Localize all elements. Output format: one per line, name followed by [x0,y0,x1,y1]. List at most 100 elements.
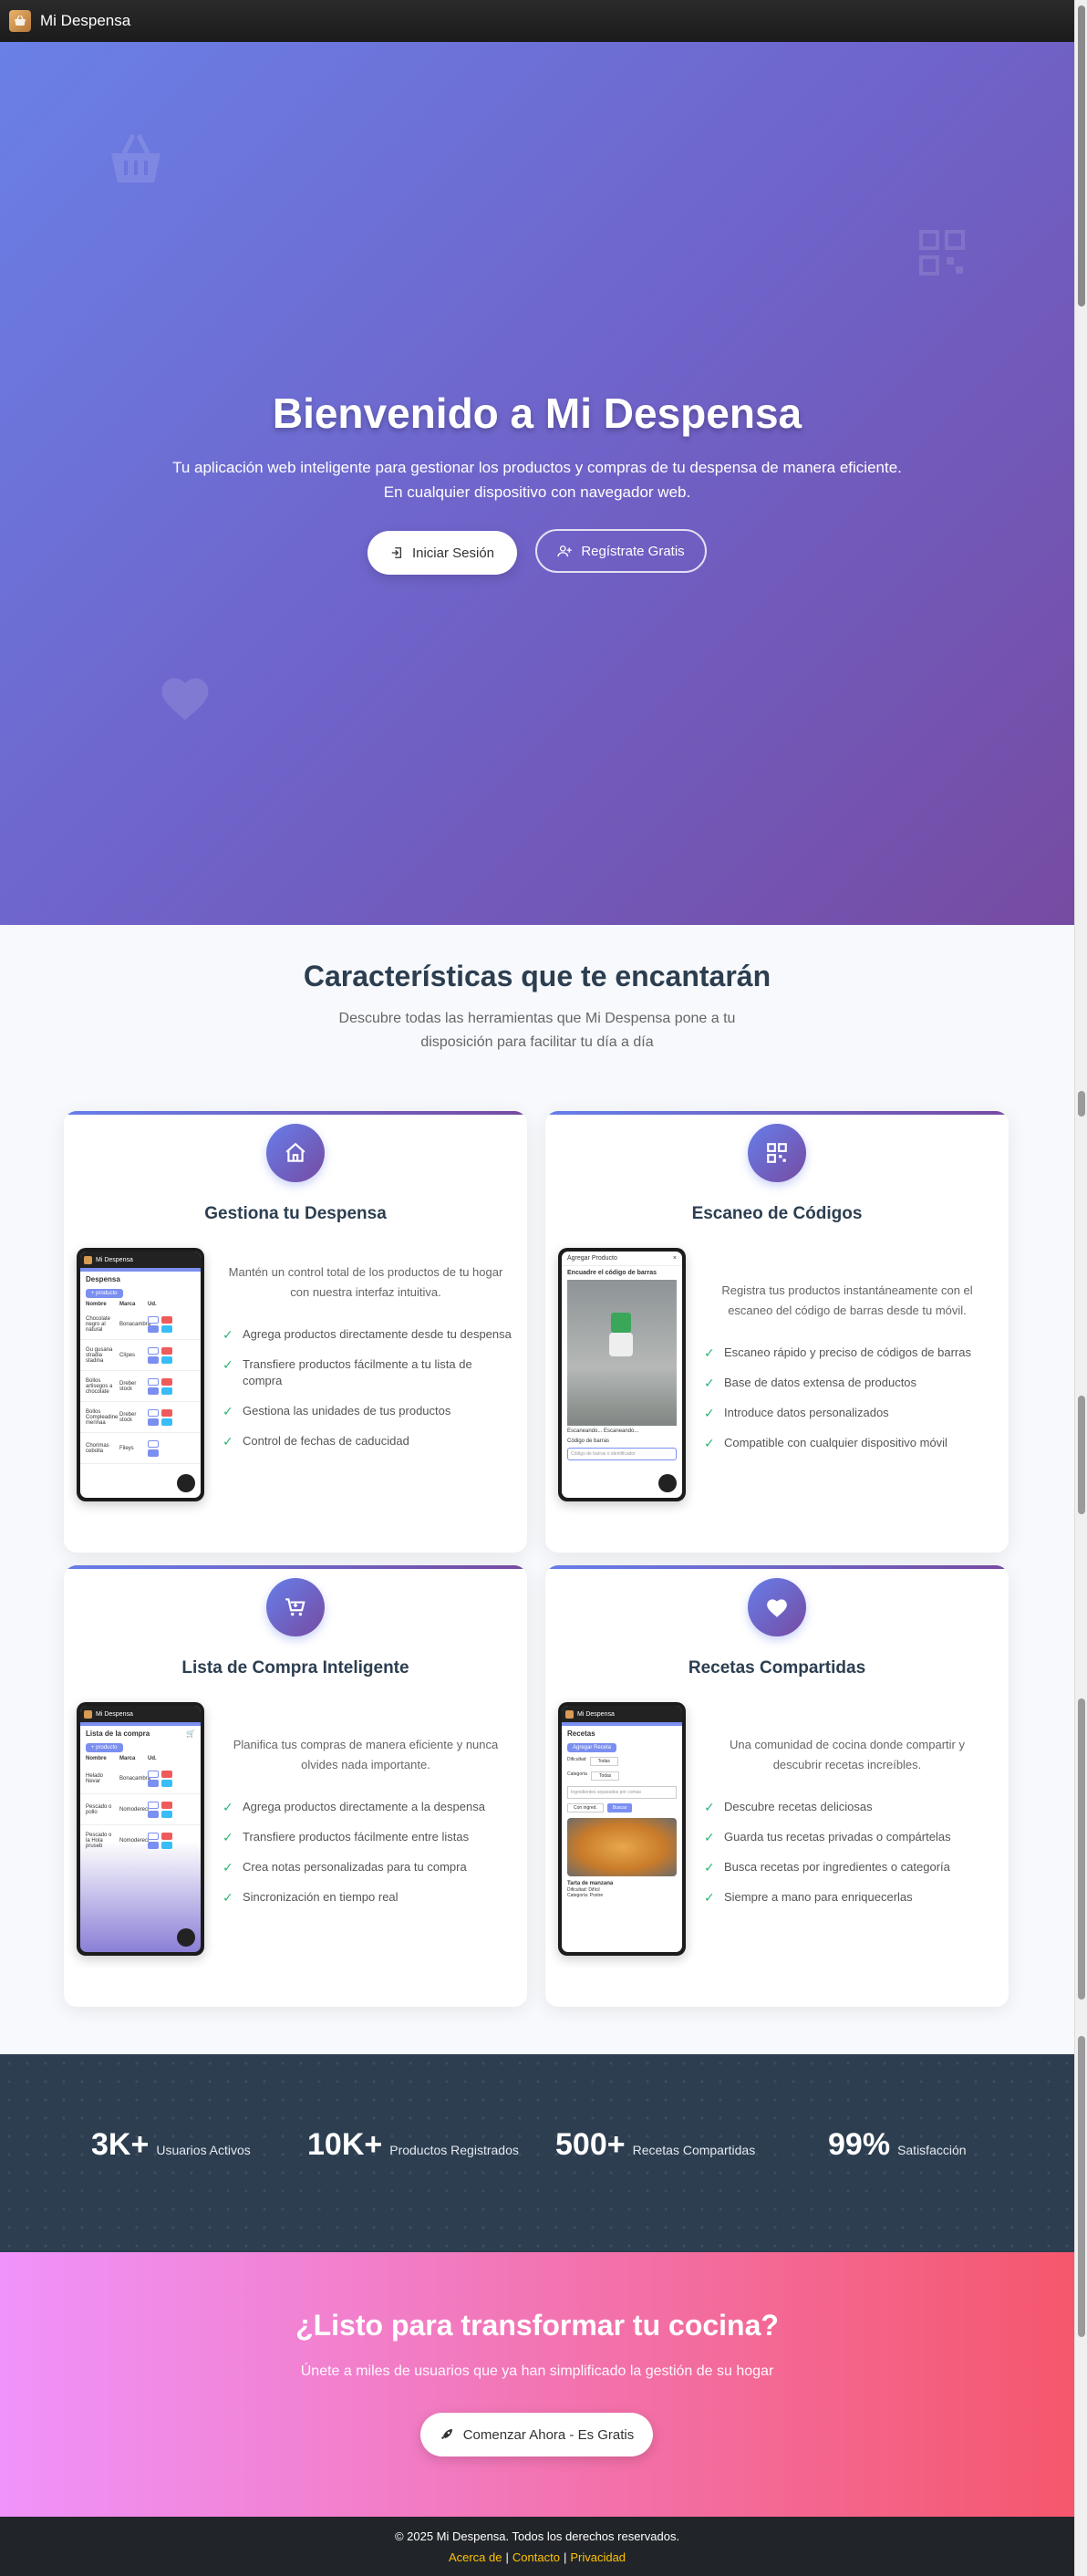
scrollbar-thumb[interactable] [1078,5,1085,306]
feature-item-text: Agrega productos directamente desde tu d… [243,1327,512,1341]
mock-col: Ud. [148,1756,157,1761]
mock-cell: Chorimas cebolla [86,1442,109,1454]
mini-logo-icon [565,1709,574,1719]
mock-cell: Bonacambra [119,1321,151,1327]
mock-actions [148,1439,159,1457]
check-icon: ✓ [704,1376,715,1390]
phone-mockup-shopping: Mi Despensa Lista de la compra 🛒 + produc… [77,1702,204,1956]
feature-list-item: ✓ Escaneo rápido y preciso de códigos de … [704,1345,996,1361]
cta-title: ¿Listo para transformar tu cocina? [295,2309,779,2342]
footer-link-about[interactable]: Acerca de [449,2550,502,2564]
stat-label: Usuarios Activos [156,2143,251,2157]
login-button[interactable]: Iniciar Sesión [368,531,517,575]
start-now-button[interactable]: Comenzar Ahora - Es Gratis [420,2413,653,2457]
feature-list-item: ✓ Agrega productos directamente a la desp… [223,1799,514,1815]
feature-list-item: ✓ Control de fechas de caducidad [223,1433,514,1449]
check-icon: ✓ [704,1890,715,1905]
mock-title: Recetas [567,1729,595,1738]
feature-card-title: Escaneo de Códigos [691,1204,863,1223]
stat-value: 3K+ [91,2127,150,2162]
mock-actions [148,1408,159,1426]
mock-col: Nombre [86,1756,107,1761]
feature-card-shopping-list: Lista de Compra Inteligente Mi Despensa … [64,1565,527,2007]
mock-filter-select: Todas [589,1757,618,1766]
feature-list-item: ✓ Transfiere productos fácilmente a tu li… [223,1356,514,1389]
mock-cell: Clípes [119,1352,136,1358]
check-icon: ✓ [223,1404,233,1418]
mock-filter-select: Todas [590,1771,620,1781]
feature-item-text: Gestiona las unidades de tus productos [243,1404,451,1418]
feature-card-title: Lista de Compra Inteligente [181,1658,409,1678]
qr-code-icon [748,1124,806,1182]
product-package [611,1313,631,1333]
stat-recipes: 500+ Recetas Compartidas [555,2127,755,2163]
check-icon: ✓ [704,1406,715,1420]
mock-cell: Dreber stock [119,1411,137,1423]
navbar-brand[interactable]: Mi Despensa [40,12,130,30]
footer-link-contact[interactable]: Contacto [512,2550,560,2564]
feature-card-title: Recetas Compartidas [688,1658,866,1678]
footer-link-privacy[interactable]: Privacidad [570,2550,626,2564]
mock-title: Despensa [86,1275,120,1283]
mock-add-button: Agregar Receta [567,1743,617,1752]
feature-card-description: Una comunidad de cocina donde compartir … [730,1738,965,1771]
feature-item-text: Descubre recetas deliciosas [724,1800,873,1813]
close-icon: × [672,1255,677,1262]
basket-logo-icon[interactable] [9,10,31,32]
stat-label: Recetas Compartidas [632,2143,756,2157]
mock-modal-header: Agregar Producto × [562,1252,682,1266]
phone-screen: Mi Despensa Despensa + producto Nombre M… [80,1252,201,1498]
mock-actions [148,1346,159,1364]
scrollbar-thumb-marker [1078,2036,1085,2337]
mock-row: Bollos Compleadine merinaa Dreber stock [80,1402,201,1433]
stat-satisfaction: 99% Satisfacción [828,2127,967,2163]
feature-item-text: Crea notas personalizadas para tu compra [243,1860,467,1874]
mock-navbar: Mi Despensa [80,1252,201,1268]
scrollbar-thumb-marker [1078,1091,1085,1117]
feature-item-text: Sincronización en tiempo real [243,1890,399,1904]
feature-item-text: Transfiere productos fácilmente entre li… [243,1830,470,1844]
mock-cell: Nomodereci [119,1806,150,1813]
mock-filter-label: Dificultad [567,1757,586,1762]
shopping-cart-icon: 🛒 [186,1729,195,1738]
mock-col: Nombre [86,1302,107,1307]
register-button-label: Regístrate Gratis [581,543,685,559]
mock-navbar: Mi Despensa [80,1706,201,1722]
mock-brand: Mi Despensa [577,1710,615,1718]
stats-section: 3K+ Usuarios Activos 10K+ Productos Regist… [0,2054,1074,2252]
cart-icon [266,1578,325,1636]
feature-list-item: ✓ Transfiere productos fácilmente entre l… [223,1829,514,1845]
check-icon: ✓ [704,1830,715,1844]
feature-card-description: Registra tus productos instantáneamente … [721,1283,973,1317]
feature-item-text: Introduce datos personalizados [724,1406,889,1419]
mock-title: Lista de la compra [86,1729,150,1738]
register-button[interactable]: Regístrate Gratis [535,529,707,573]
rocket-icon [440,2429,452,2439]
page-scrollbar[interactable] [1074,0,1087,2576]
phone-screen: Mi Despensa Lista de la compra 🛒 + produc… [80,1706,201,1952]
hero-title-prefix: Bienvenido a [272,390,545,437]
feature-list: ✓ Descubre recetas deliciosas ✓ Guarda tus… [704,1799,996,1919]
footer-separator: | [563,2550,567,2564]
stat-users: 3K+ Usuarios Activos [91,2127,251,2163]
mock-modal-title: Agregar Producto [567,1255,617,1262]
stat-label: Productos Registrados [389,2143,519,2157]
feature-card-pantry: Gestiona tu Despensa Mi Despensa Despens… [64,1111,527,1553]
stat-value: 99% [828,2127,891,2162]
feature-list-item: ✓ Sincronización en tiempo real [223,1889,514,1906]
cta-section: ¿Listo para transformar tu cocina? Únete… [0,2252,1074,2517]
feature-list: ✓ Agrega productos directamente desde tu … [223,1326,514,1463]
mock-cell: Helado Nevar [86,1772,104,1784]
mock-actions [161,1377,172,1395]
hero-section: Bienvenido a Mi Despensa Tu aplicación w… [0,42,1074,925]
mock-actions [161,1770,172,1787]
mock-actions [161,1346,172,1364]
mock-table-head: Nombre Marca Ud. [80,1754,201,1763]
mock-row: Bollos artisegos a chocolate Dreber stock [80,1371,201,1402]
mock-actions [148,1832,159,1849]
stat-value: 500+ [555,2127,626,2162]
mock-sort-row: Con ingred. Buscar [562,1802,682,1814]
mock-filter-label: Categoría [567,1771,587,1777]
mock-search-button: Buscar [606,1803,633,1813]
phone-screen: Agregar Producto × Encuadre el código de … [562,1252,682,1498]
